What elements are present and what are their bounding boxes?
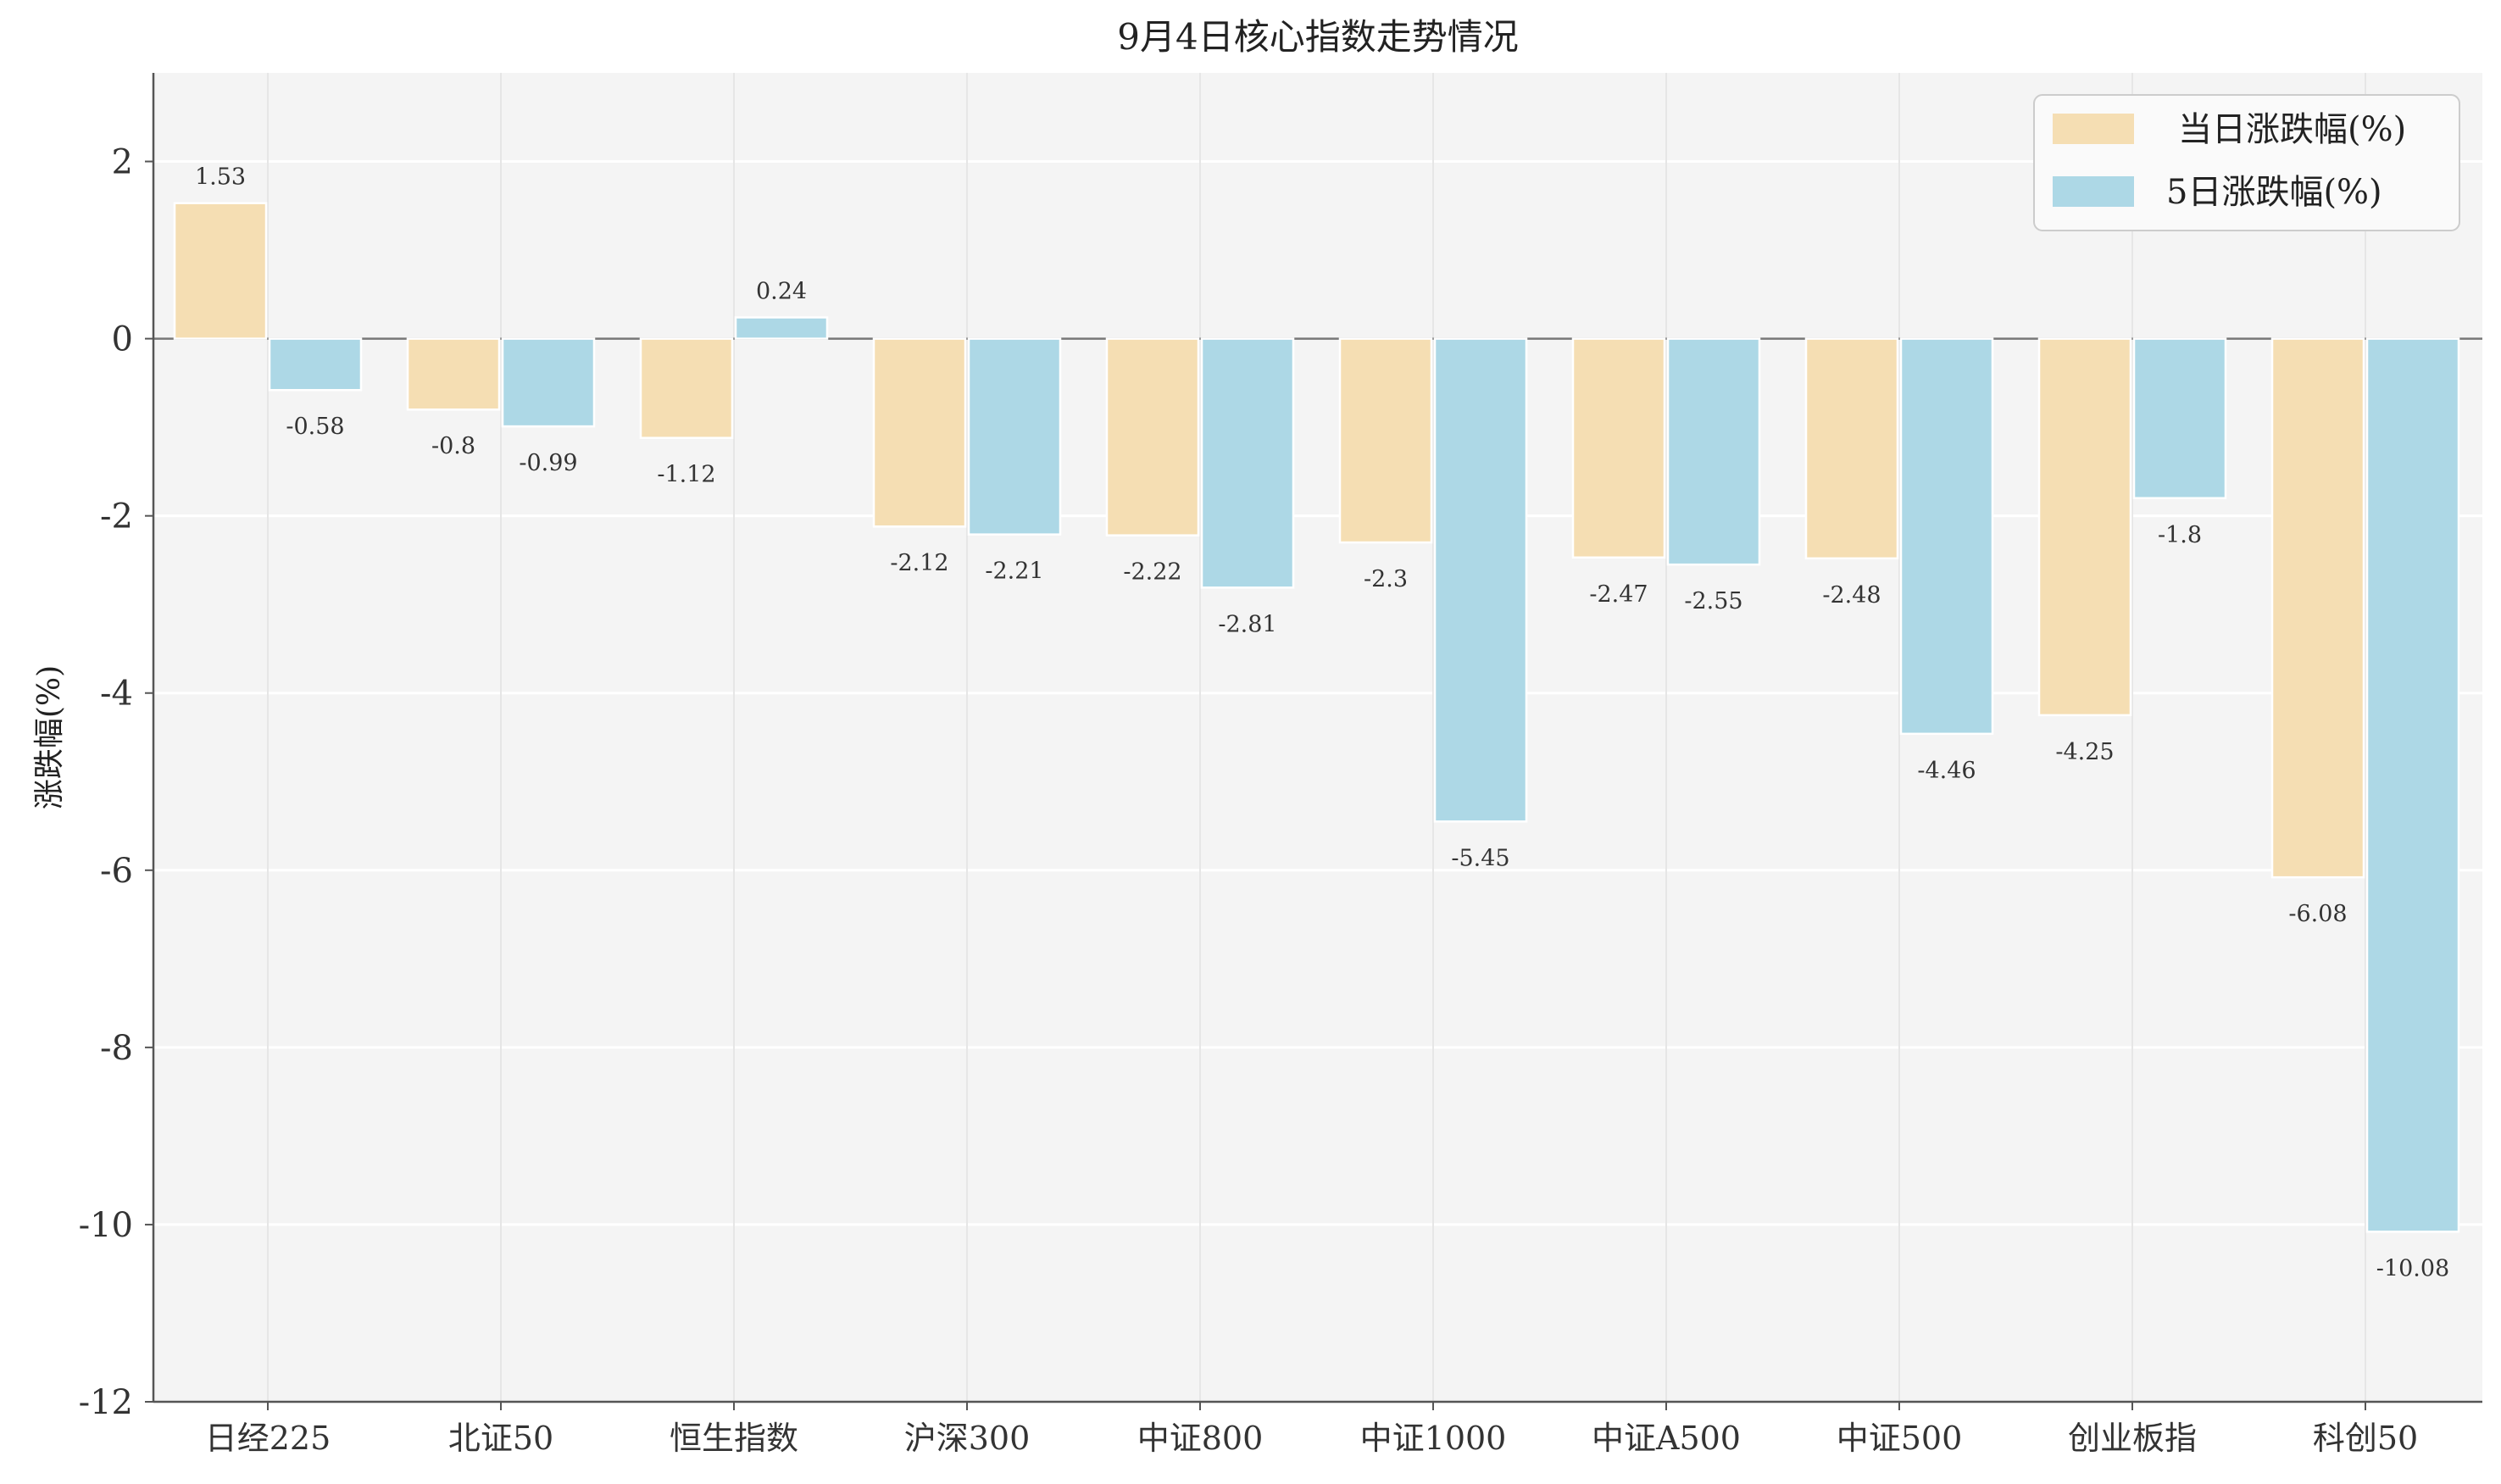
bar-5day-change: [1433, 337, 1528, 823]
x-tick-label: 中证800: [1137, 1420, 1264, 1457]
bar-value-label: -2.48: [1822, 582, 1881, 609]
y-tick-label: -6: [100, 852, 133, 891]
bar-5day-change: [967, 337, 1062, 536]
legend-swatch-daily: [2053, 114, 2134, 144]
bar-value-label: -2.55: [1684, 588, 1742, 614]
bar-value-label: -0.8: [431, 433, 475, 459]
bar-5day-change: [2132, 337, 2227, 500]
bar-daily-change: [1804, 337, 1899, 560]
bar-5day-change: [1899, 337, 1994, 736]
bar-daily-change: [872, 337, 967, 528]
x-tick-label: 中证500: [1837, 1420, 1963, 1457]
y-tick-label: 0: [112, 320, 133, 359]
bar-value-label: -2.47: [1589, 581, 1648, 608]
bar-value-label: -5.45: [1451, 845, 1509, 871]
bar-5day-change: [501, 337, 596, 428]
x-tick-label: 创业板指: [2068, 1420, 2197, 1457]
bar-value-label: -2.12: [890, 550, 948, 576]
bar-value-label: -10.08: [2376, 1255, 2449, 1281]
y-tick-label: -12: [79, 1383, 133, 1422]
x-tick-label: 中证1000: [1360, 1420, 1507, 1457]
bar-daily-change: [1571, 337, 1666, 559]
legend-label-daily: 当日涨跌幅(%): [2178, 110, 2406, 149]
legend-label-5day: 5日涨跌幅(%): [2166, 173, 2382, 212]
bar-value-label: -1.8: [2158, 522, 2202, 548]
y-tick-label: -2: [100, 497, 133, 536]
chart-title: 9月4日核心指数走势情况: [1117, 16, 1518, 58]
legend-swatch-5day: [2053, 176, 2134, 207]
bar-value-label: 1.53: [195, 164, 246, 191]
bar-value-label: -4.25: [2055, 739, 2114, 765]
bar-daily-change: [406, 337, 501, 411]
x-tick-label: 沪深300: [904, 1420, 1031, 1457]
bar-value-label: -2.3: [1364, 566, 1408, 592]
x-tick-label: 科创50: [2313, 1420, 2418, 1457]
y-tick-label: 2: [112, 143, 133, 182]
bar-value-label: -2.81: [1218, 611, 1276, 637]
chart-container: 2 0 -2 -4 -6 -8 -10 -12 日经225 北证50 恒生指数 沪深300 中证800 中…: [0, 0, 2501, 1484]
y-tick-label: -8: [100, 1029, 133, 1068]
bar-value-label: -6.08: [2288, 901, 2347, 927]
bar-chart: 2 0 -2 -4 -6 -8 -10 -12 日经225 北证50 恒生指数 沪深300 中证800 中…: [32, 16, 2482, 1457]
x-tick-label: 北证50: [448, 1420, 553, 1457]
bar-daily-change: [1105, 337, 1200, 536]
bar-daily-change: [1338, 337, 1433, 544]
bar-daily-change: [2270, 337, 2365, 879]
x-tick-label: 日经225: [205, 1420, 331, 1457]
bar-value-label: -2.21: [985, 559, 1043, 585]
bar-value-label: -4.46: [1917, 758, 1976, 784]
bar-daily-change: [2037, 337, 2132, 717]
bar-value-label: -0.58: [286, 414, 344, 440]
y-axis-label: 涨跌幅(%): [32, 665, 67, 809]
bar-daily-change: [639, 337, 734, 439]
bar-5day-change: [734, 316, 829, 340]
bar-value-label: -2.22: [1123, 559, 1181, 586]
bar-daily-change: [173, 202, 268, 340]
bar-5day-change: [1666, 337, 1761, 566]
x-tick-label: 中证A500: [1592, 1420, 1741, 1457]
y-tick-label: -4: [100, 675, 133, 714]
bar-value-label: 0.24: [756, 279, 807, 305]
bar-5day-change: [1200, 337, 1295, 589]
bar-value-label: -0.99: [519, 450, 577, 476]
bar-5day-change: [268, 337, 363, 392]
bar-5day-change: [2365, 337, 2460, 1233]
x-tick-label: 恒生指数: [670, 1420, 798, 1457]
y-tick-label: -10: [79, 1206, 133, 1245]
legend: 当日涨跌幅(%) 5日涨跌幅(%): [2033, 94, 2460, 231]
bar-value-label: -1.12: [657, 462, 715, 488]
